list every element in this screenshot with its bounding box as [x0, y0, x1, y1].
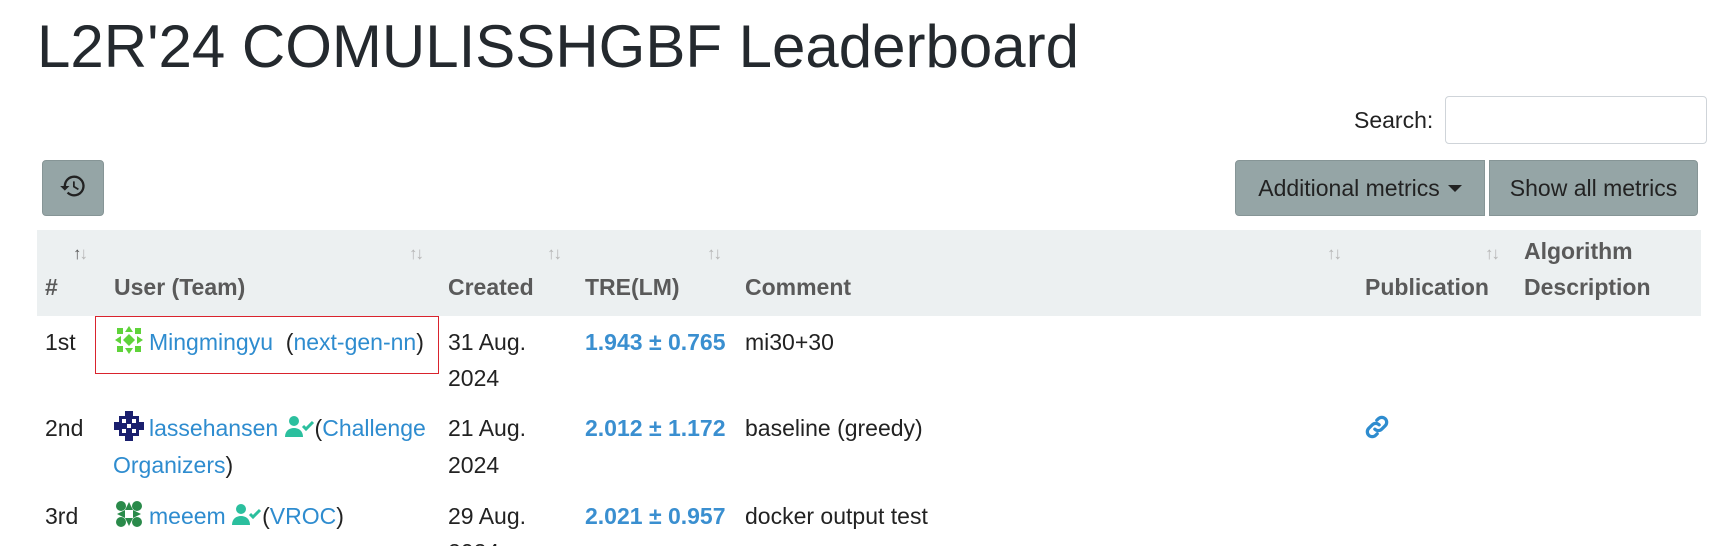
sort-icon[interactable]: ↑↓ [409, 244, 424, 264]
verified-user-icon [284, 413, 315, 437]
team-link[interactable]: Challenge [322, 415, 426, 441]
created-cell: 29 Aug. [448, 503, 527, 529]
sort-icon[interactable]: ↑↓ [1327, 244, 1342, 264]
history-icon [59, 172, 87, 205]
user-link[interactable]: meeem [149, 503, 226, 529]
show-all-metrics-button[interactable]: Show all metrics [1489, 160, 1698, 216]
column-header-publication[interactable]: Publication [1365, 274, 1489, 301]
user-cell: meeem (VROC) [113, 498, 344, 534]
user-cell: lassehansen (Challenge [113, 410, 426, 446]
sort-icon[interactable]: ↑↓ [707, 244, 722, 264]
column-header-metric[interactable]: TRE(LM) [585, 274, 680, 301]
created-cell: 21 Aug. [448, 415, 527, 441]
rank-cell: 1st [45, 329, 76, 355]
rank-cell: 2nd [45, 415, 84, 441]
created-cell-year: 2024 [448, 365, 500, 391]
comment-cell: baseline (greedy) [745, 415, 923, 441]
verified-user-icon [232, 501, 262, 525]
created-cell: 31 Aug. [448, 329, 527, 355]
additional-metrics-label: Additional metrics [1258, 174, 1440, 201]
metric-value[interactable]: 2.021 ± 0.957 [585, 498, 726, 534]
rank-cell: 3rd [45, 503, 79, 529]
sort-icon[interactable]: ↑↓ [73, 244, 88, 264]
column-header-created[interactable]: Created [448, 274, 534, 301]
history-button[interactable] [42, 160, 104, 216]
comment-cell: docker output test [745, 503, 928, 529]
column-header-algorithm-line1[interactable]: Algorithm [1524, 238, 1633, 265]
created-cell-year: 2024 [448, 452, 500, 478]
team-link[interactable]: VROC [270, 503, 336, 529]
comment-cell: mi30+30 [745, 329, 834, 355]
link-icon[interactable] [1364, 410, 1390, 446]
search-label: Search: [1354, 106, 1434, 133]
column-header-comment[interactable]: Comment [745, 274, 851, 301]
column-header-user[interactable]: User (Team) [114, 274, 245, 301]
caret-down-icon [1447, 184, 1462, 192]
avatar [113, 498, 145, 530]
column-header-rank[interactable]: # [45, 274, 58, 301]
metric-value[interactable]: 2.012 ± 1.172 [585, 410, 726, 446]
metric-value[interactable]: 1.943 ± 0.765 [585, 324, 726, 360]
search-area: Search: [1354, 96, 1708, 144]
created-cell-year: 2024 [448, 534, 499, 546]
additional-metrics-button[interactable]: Additional metrics [1235, 160, 1485, 216]
user-cell-line2: Organizers) [113, 452, 234, 478]
column-header-algorithm-line2[interactable]: Description [1524, 274, 1651, 301]
highlight-box [95, 316, 439, 374]
sort-icon[interactable]: ↑↓ [1485, 244, 1500, 264]
page-title: L2R'24 COMULISSHGBF Leaderboard [37, 13, 1079, 80]
team-link-line2[interactable]: Organizers [113, 452, 225, 478]
table-header: ↑↓ # ↑↓ User (Team) ↑↓ Created ↑↓ TRE(LM… [37, 230, 1701, 316]
search-input[interactable] [1445, 96, 1708, 144]
avatar [113, 410, 145, 442]
sort-icon[interactable]: ↑↓ [547, 244, 562, 264]
user-link[interactable]: lassehansen [149, 415, 278, 441]
